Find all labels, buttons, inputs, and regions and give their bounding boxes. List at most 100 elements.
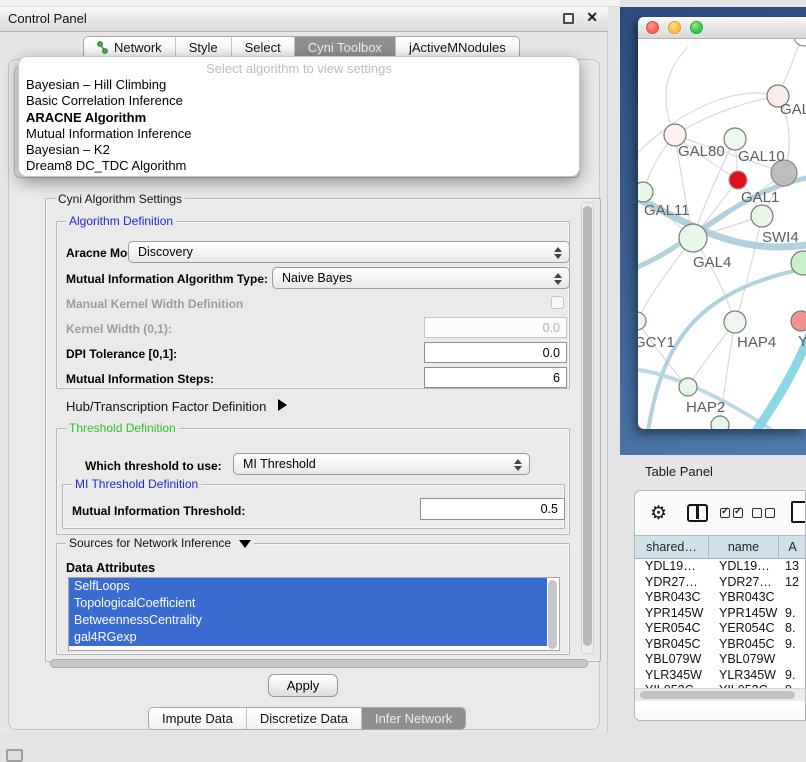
control-panel-title: Control Panel — [8, 11, 87, 26]
list-scrollbar[interactable] — [547, 579, 558, 650]
attribute-item[interactable]: BetweennessCentrality — [69, 612, 547, 629]
tab-style[interactable]: Style — [176, 37, 232, 58]
close-traffic-light-icon[interactable] — [646, 21, 659, 34]
cyni-bottom-tabbar: Impute Data Discretize DataInfer Network — [148, 707, 466, 730]
combo-arrows-icon — [513, 457, 522, 473]
attribute-item[interactable]: TopologicalCoefficient — [69, 595, 547, 612]
column-header[interactable]: A — [779, 536, 806, 558]
settings-vertical-scrollbar[interactable] — [581, 202, 594, 654]
hscrollbar-thumb[interactable] — [50, 659, 588, 668]
table-row[interactable]: YER054CYER054C8. — [635, 621, 806, 637]
mi-steps-field[interactable]: 6 — [424, 367, 567, 388]
column-header[interactable]: shared… — [635, 536, 709, 558]
network-node-gal1[interactable] — [751, 205, 773, 227]
network-graph: GALGAL80GAL10GAL1GAL11GAL4SWI4GCY1HAP4YH… — [638, 39, 806, 429]
dropdown-item[interactable]: ARACNE Algorithm — [19, 110, 579, 126]
network-node-hap4[interactable] — [724, 311, 746, 333]
node-label: GAL4 — [693, 254, 731, 271]
table-cell: 8. — [779, 621, 806, 637]
attribute-items: SelfLoopsTopologicalCoefficientBetweenne… — [69, 578, 559, 646]
network-node-red-node[interactable] — [729, 171, 747, 189]
settings-scrollbar-thumb[interactable] — [583, 206, 592, 646]
sources-group-title[interactable]: Sources for Network Inference — [66, 536, 254, 550]
dropdown-item[interactable]: Basic Correlation Inference — [19, 93, 579, 109]
screenshot-root: Control Panel ✕ NetworkStyleSelect Cyni T… — [0, 0, 806, 762]
network-node-salmon-node[interactable] — [791, 311, 806, 331]
network-node-gal4[interactable] — [679, 224, 707, 252]
kernel-width-field[interactable]: 0.0 — [424, 317, 567, 338]
tab-impute-data[interactable]: Impute Data — [149, 708, 247, 729]
tab-network[interactable]: Network — [84, 37, 176, 58]
dropdown-prompt: Select algorithm to view settings — [19, 60, 579, 77]
network-edge[interactable] — [666, 47, 688, 135]
list-scrollbar-thumb[interactable] — [548, 580, 557, 649]
table-row[interactable]: YPR145WYPR145W9. — [635, 606, 806, 622]
partial-bottom-icon[interactable] — [6, 749, 23, 762]
close-icon[interactable]: ✕ — [586, 9, 598, 26]
hub-definition-expander[interactable]: Hub/Transcription Factor Definition — [66, 399, 287, 414]
tab-cyni-toolbox[interactable]: Cyni Toolbox — [295, 37, 396, 58]
table-row[interactable]: YBL079WYBL079W — [635, 652, 806, 668]
network-edge[interactable] — [675, 96, 778, 135]
tab-label: jActiveMNodules — [409, 40, 506, 55]
network-node-bottom-green[interactable] — [711, 416, 729, 429]
split-columns-icon[interactable] — [687, 504, 708, 522]
aracne-mode-combo[interactable]: Discovery — [128, 241, 570, 263]
gear-icon[interactable]: ⚙ — [650, 504, 667, 523]
tab-label: Cyni Toolbox — [308, 40, 382, 55]
select-all-icon[interactable] — [720, 508, 743, 518]
column-header[interactable]: name — [709, 536, 779, 558]
mi-threshold-field[interactable]: 0.5 — [420, 498, 565, 520]
network-canvas[interactable]: GALGAL80GAL10GAL1GAL11GAL4SWI4GCY1HAP4YH… — [638, 39, 806, 429]
which-threshold-combo[interactable]: MI Threshold — [233, 453, 530, 475]
tab-discretize-data[interactable]: Discretize Data — [247, 708, 362, 729]
dropdown-item[interactable]: Bayesian – K2 — [19, 142, 579, 158]
attribute-item[interactable]: SelfLoops — [69, 578, 547, 595]
table-hscroll-thumb[interactable] — [640, 691, 795, 699]
node-label: GAL80 — [678, 143, 725, 160]
data-attributes-list[interactable]: SelfLoopsTopologicalCoefficientBetweenne… — [68, 577, 560, 651]
table-row[interactable]: YDL19…YDL19…13 — [635, 559, 806, 575]
kernel-width-label: Kernel Width (0,1): — [66, 322, 172, 336]
dropdown-item[interactable]: Mutual Information Inference — [19, 126, 579, 142]
network-edge[interactable] — [688, 322, 735, 387]
tab-jactivemnodules[interactable]: jActiveMNodules — [396, 37, 519, 58]
tab-infer-network[interactable]: Infer Network — [362, 708, 465, 729]
file-icon[interactable] — [791, 501, 806, 523]
network-node-partial-top[interactable] — [794, 39, 806, 46]
tab-label: Impute Data — [162, 711, 233, 726]
dropdown-item[interactable]: Bayesian – Hill Climbing — [19, 77, 579, 93]
table-row[interactable]: YLR345WYLR345W9. — [635, 668, 806, 684]
dropdown-item[interactable]: Dream8 DC_TDC Algorithm — [19, 158, 579, 174]
tab-select[interactable]: Select — [232, 37, 295, 58]
node-label: GAL1 — [741, 189, 779, 206]
network-edge[interactable] — [735, 216, 762, 322]
network-node-top-green[interactable] — [724, 128, 746, 150]
table-row[interactable]: YDR27…YDR27…12 — [635, 575, 806, 591]
table-cell: YLR345W — [709, 668, 779, 684]
table-cell: YBR045C — [709, 637, 779, 653]
zoom-traffic-light-icon[interactable] — [690, 21, 703, 34]
float-window-icon[interactable] — [563, 13, 574, 24]
table-row[interactable]: YBR043CYBR043C — [635, 590, 806, 606]
network-node-gcy1[interactable] — [638, 312, 646, 330]
mi-type-combo[interactable]: Naive Bayes — [272, 267, 570, 289]
table-horizontal-scrollbar[interactable] — [635, 688, 806, 701]
attribute-item[interactable]: gal4RGexp — [69, 629, 547, 646]
network-node-hap2[interactable] — [679, 378, 697, 396]
apply-button[interactable]: Apply — [268, 674, 338, 697]
which-threshold-label: Which threshold to use: — [85, 459, 222, 473]
table-cell: 9. — [779, 606, 806, 622]
minimize-traffic-light-icon[interactable] — [668, 21, 681, 34]
dropdown-items: Bayesian – Hill ClimbingBasic Correlatio… — [19, 77, 579, 175]
mi-type-value: Naive Bayes — [282, 271, 352, 285]
deselect-all-icon[interactable] — [752, 508, 775, 518]
table-row[interactable]: YBR045CYBR045C9. — [635, 637, 806, 653]
dpi-tolerance-field[interactable]: 0.0 — [424, 342, 567, 363]
settings-horizontal-scrollbar[interactable] — [50, 659, 590, 671]
table-panel-card: ⚙ shared…nameA YDL19…YDL19…13YDR27…YDR27… — [634, 490, 806, 721]
network-node-gal11[interactable] — [638, 182, 653, 202]
mi-threshold-group-title: MI Threshold Definition — [72, 477, 201, 491]
table-cell: YBR043C — [709, 590, 779, 606]
manual-kernel-checkbox[interactable] — [551, 296, 564, 309]
